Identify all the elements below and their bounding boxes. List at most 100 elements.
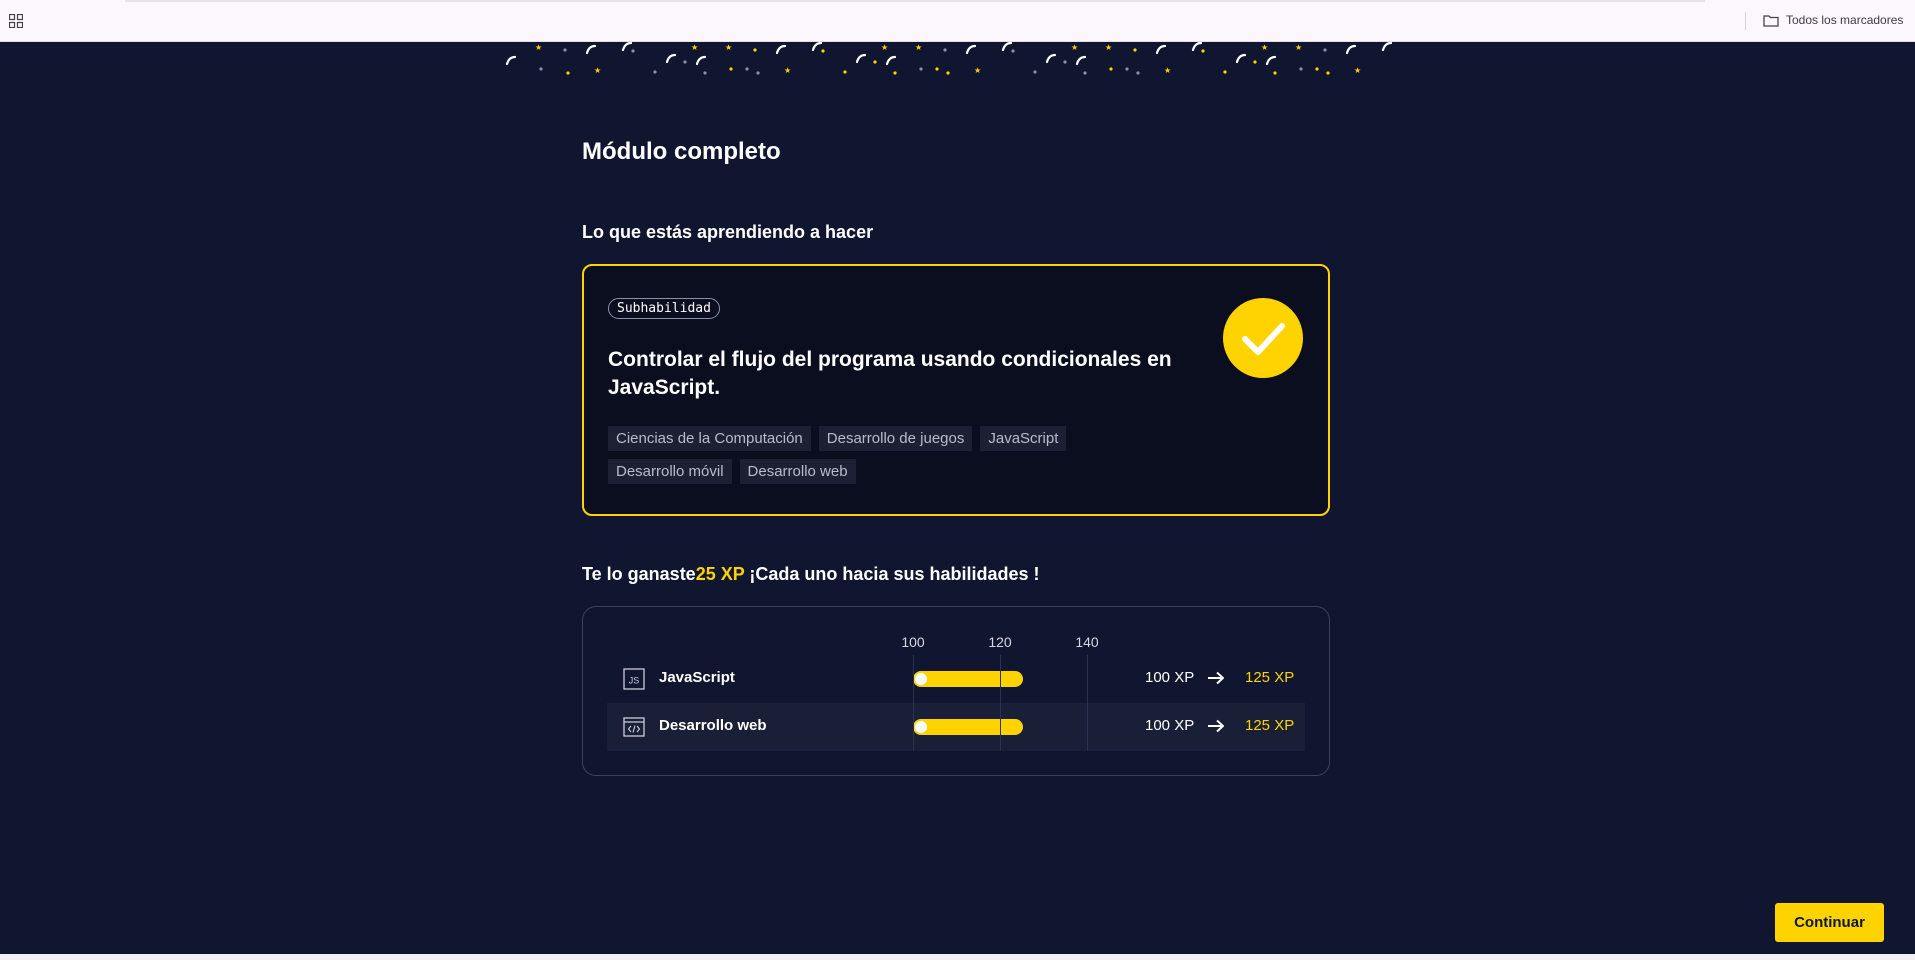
confetti-streamer: [1045, 53, 1057, 64]
xp-progress-bar: [913, 671, 1023, 687]
axis-tick-label: 100: [901, 634, 925, 650]
confetti-dot: [1253, 60, 1257, 64]
confetti-dot: [631, 49, 635, 53]
confetti-streamer: [1235, 53, 1247, 64]
axis-gridline: [1087, 655, 1088, 751]
arrow-right-icon: [1208, 719, 1224, 733]
confetti-dot: [566, 71, 570, 75]
confetti-dot: [1315, 67, 1319, 71]
skill-tags: Ciencias de la Computación Desarrollo de …: [608, 426, 1128, 492]
confetti-dot: [821, 49, 825, 53]
confetti-dot: [1223, 70, 1227, 74]
confetti-star: ★: [535, 43, 542, 52]
skill-tag: Desarrollo de juegos: [818, 426, 973, 451]
arrow-right-icon: [1208, 671, 1224, 685]
axis-tick-label: 140: [1075, 634, 1099, 650]
continue-button[interactable]: Continuar: [1775, 903, 1884, 942]
xp-row-label: JavaScript: [659, 669, 735, 686]
svg-text:JS: JS: [629, 676, 640, 686]
confetti-star: ★: [1295, 43, 1302, 52]
confetti-streamer: [621, 42, 633, 52]
apps-grid-icon[interactable]: [9, 14, 23, 28]
skill-tag: Ciencias de la Computación: [608, 426, 811, 451]
confetti-streamer: [1155, 44, 1167, 55]
confetti-dot: [946, 71, 950, 75]
xp-to-value: 125 XP: [1245, 717, 1295, 734]
confetti-streamer: [885, 55, 897, 66]
confetti-streamer: [695, 55, 707, 66]
xp-progress-card: 100 120 140 JS JavaScript 100 XP 125 XP …: [582, 606, 1330, 776]
confetti-dot: [1125, 67, 1129, 71]
confetti-streamer: [1345, 44, 1357, 55]
xp-earned-heading: Te lo ganaste25 XP ¡Cada uno hacia sus h…: [582, 564, 1040, 585]
confetti-star: ★: [1071, 43, 1078, 52]
confetti-streamer: [775, 44, 787, 55]
confetti-dot: [683, 60, 687, 64]
confetti-streamer: [1381, 42, 1393, 52]
confetti-dot: [1011, 49, 1015, 53]
axis-gridline: [1000, 655, 1001, 751]
xp-progress-start: [915, 673, 927, 685]
confetti-dot: [1109, 67, 1113, 71]
confetti-dot: [1201, 49, 1205, 53]
folder-icon[interactable]: [1763, 14, 1779, 27]
confetti-streamer: [811, 42, 823, 52]
confetti-star: ★: [1354, 66, 1361, 75]
xp-progress-bar: [913, 719, 1023, 735]
xp-heading-suffix: ¡Cada uno hacia sus habilidades !: [744, 564, 1040, 584]
confetti-star: ★: [594, 66, 601, 75]
skill-tag: Desarrollo móvil: [608, 459, 732, 484]
xp-row-web-development: Desarrollo web 100 XP 125 XP: [607, 703, 1305, 751]
confetti-star: ★: [725, 43, 732, 52]
confetti-dot: [1273, 71, 1277, 75]
xp-to-value: 125 XP: [1245, 669, 1295, 686]
axis-tick-label: 120: [988, 634, 1012, 650]
skill-title: Controlar el flujo del programa usando c…: [608, 348, 1172, 399]
confetti-streamer: [1191, 42, 1203, 52]
confetti-dot: [563, 48, 567, 52]
confetti-streamer: [1075, 55, 1087, 66]
xp-earned-amount: 25 XP: [695, 564, 745, 584]
confetti-star: ★: [1261, 43, 1268, 52]
confetti-dot: [893, 71, 897, 75]
confetti-dot: [539, 67, 543, 71]
confetti-dot: [873, 60, 877, 64]
skill-card: Subhabilidad Controlar el flujo del prog…: [582, 264, 1330, 516]
subskill-badge: Subhabilidad: [608, 298, 720, 319]
confetti-star: ★: [1164, 66, 1171, 75]
confetti-star: ★: [915, 43, 922, 52]
code-window-icon: [623, 717, 645, 737]
bookmarks-bar: Todos los marcadores: [0, 0, 1915, 42]
completed-check-badge: [1223, 298, 1303, 378]
confetti-streamer: [585, 44, 597, 55]
confetti-dot: [1136, 71, 1140, 75]
confetti-dot: [1133, 48, 1137, 52]
confetti-dot: [703, 71, 707, 75]
xp-row-label: Desarrollo web: [659, 717, 767, 734]
confetti-streamer: [505, 55, 517, 66]
js-file-icon: JS: [623, 668, 645, 690]
confetti-dot: [1326, 71, 1330, 75]
confetti-star: ★: [784, 66, 791, 75]
confetti-star: ★: [881, 43, 888, 52]
confetti-streamer: [1265, 55, 1277, 66]
all-bookmarks-link[interactable]: Todos los marcadores: [1786, 13, 1903, 27]
confetti-dot: [843, 70, 847, 74]
learning-heading: Lo que estás aprendiendo a hacer: [582, 222, 874, 242]
xp-heading-prefix: Te lo ganaste: [582, 564, 696, 584]
address-bar-edge: [125, 0, 1705, 2]
confetti-dot: [729, 67, 733, 71]
confetti-dot: [753, 48, 757, 52]
check-icon: [1242, 323, 1285, 355]
xp-from-value: 100 XP: [1145, 717, 1195, 734]
skill-tag: Desarrollo web: [739, 459, 856, 484]
confetti-dot: [653, 70, 657, 74]
confetti-streamer: [965, 44, 977, 55]
confetti-star: ★: [1105, 43, 1112, 52]
confetti-streamer: [1001, 42, 1013, 52]
confetti-dot: [919, 67, 923, 71]
page-title: Módulo completo: [582, 138, 781, 165]
confetti-star: ★: [691, 43, 698, 52]
confetti-streamer: [665, 53, 677, 64]
confetti-dot: [1299, 67, 1303, 71]
